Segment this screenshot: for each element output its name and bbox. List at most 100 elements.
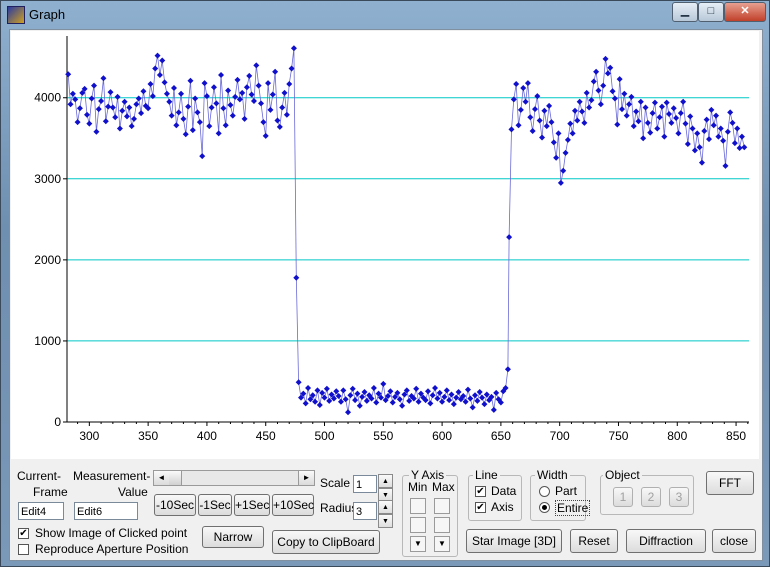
data-point (356, 402, 363, 409)
data-point (524, 80, 531, 87)
y-min-label: Min (408, 480, 428, 494)
maximize-button[interactable]: □ (698, 2, 724, 22)
data-point (185, 103, 192, 110)
minus-10-sec-button[interactable]: -10Sec (154, 494, 196, 516)
y-max-down-icon[interactable]: ▼ (434, 536, 450, 552)
data-point (536, 117, 543, 124)
line-group: Line ✔ Data ✔ Axis (468, 468, 522, 521)
data-point (517, 106, 524, 113)
object-1-button[interactable]: 1 (613, 487, 633, 507)
data-point (706, 136, 713, 143)
data-point (698, 159, 705, 166)
reproduce-aperture-checkbox[interactable] (18, 544, 29, 555)
data-point (673, 115, 680, 122)
y-min-field[interactable] (410, 517, 426, 533)
graph-window: Graph ▁ □ ✕ 0 1000 2000 3000 4000 300 350 400 45… (0, 0, 770, 567)
y-min-down-icon[interactable]: ▼ (410, 536, 426, 552)
scroll-thumb[interactable] (169, 471, 182, 485)
data-point (628, 93, 635, 100)
y-max-field[interactable] (434, 517, 450, 533)
minus-1-sec-button[interactable]: -1Sec (198, 494, 232, 516)
data-point (677, 110, 684, 117)
data-point (490, 406, 497, 413)
data-checkbox[interactable]: ✔ (475, 486, 486, 497)
minimize-button[interactable]: ▁ (672, 2, 698, 22)
data-point (548, 119, 555, 126)
data-point (736, 145, 743, 152)
light-curve-chart[interactable]: 0 1000 2000 3000 4000 300 350 400 450 500 550 600 65… (11, 31, 759, 459)
reset-button[interactable]: Reset (570, 529, 618, 553)
diffraction-button[interactable]: Diffraction (626, 529, 706, 553)
radius-field[interactable]: 3 (353, 502, 377, 520)
plus-1-sec-button[interactable]: +1Sec (234, 494, 270, 516)
scroll-right-arrow-icon[interactable]: ► (298, 471, 314, 485)
y-max-up-icon[interactable] (434, 498, 450, 514)
entire-radio[interactable] (539, 502, 550, 513)
scroll-left-arrow-icon[interactable]: ◄ (154, 471, 170, 485)
data-point (283, 111, 290, 118)
data-point (239, 89, 246, 96)
data-point (173, 122, 180, 129)
axis-checkbox[interactable]: ✔ (475, 502, 486, 513)
data-point (626, 101, 633, 108)
data-point (621, 90, 628, 97)
plot-area[interactable]: 0 1000 2000 3000 4000 300 350 400 450 500 550 600 65… (11, 31, 759, 459)
frame-scrollbar[interactable]: ◄ ► (153, 470, 315, 486)
data-point (455, 389, 462, 396)
plus-10-sec-button[interactable]: +10Sec (272, 494, 314, 516)
y-tick-label: 0 (54, 415, 61, 429)
data-point (119, 107, 126, 114)
data-point (138, 110, 145, 117)
object-2-button[interactable]: 2 (641, 487, 661, 507)
data-point (387, 388, 394, 395)
axis-checkbox-label: Axis (491, 500, 514, 514)
object-3-button[interactable]: 3 (669, 487, 689, 507)
radius-down-icon[interactable]: ▼ (378, 514, 393, 528)
y-min-up-icon[interactable] (410, 498, 426, 514)
data-point (633, 108, 640, 115)
data-point (175, 109, 182, 116)
data-point (152, 65, 159, 72)
close-button[interactable]: close (712, 529, 756, 553)
data-point (229, 112, 236, 119)
data-point (415, 398, 422, 405)
title-bar[interactable]: Graph ▁ □ ✕ (1, 1, 769, 29)
data-point (265, 80, 272, 87)
fft-button[interactable]: FFT (706, 471, 754, 495)
scale-field[interactable]: 1 (353, 475, 377, 493)
data-point (734, 125, 741, 132)
data-point (126, 104, 133, 111)
data-point (429, 392, 436, 399)
data-point (595, 87, 602, 94)
data-point (67, 101, 74, 108)
x-tick-label: 350 (138, 429, 158, 443)
show-image-checkbox[interactable]: ✔ (18, 528, 29, 539)
star-image-3d-button[interactable]: Star Image [3D] (466, 529, 562, 553)
data-point (194, 109, 201, 116)
data-point (727, 109, 734, 116)
y-tick-label: 2000 (34, 253, 61, 267)
data-point (590, 78, 597, 85)
data-point (724, 128, 731, 135)
close-window-button[interactable]: ✕ (724, 2, 766, 22)
data-point (380, 380, 387, 387)
data-point (713, 112, 720, 119)
part-radio[interactable] (539, 486, 550, 497)
data-point (701, 127, 708, 134)
data-point (469, 404, 476, 411)
data-point (476, 389, 483, 396)
current-frame-field[interactable]: Edit4 (18, 502, 64, 520)
measurement-value-field[interactable]: Edit6 (74, 502, 138, 520)
data-point (333, 388, 340, 395)
data-point (472, 392, 479, 399)
data-point (586, 104, 593, 111)
copy-to-clipboard-button[interactable]: Copy to ClipBoard (272, 530, 380, 554)
radius-up-icon[interactable]: ▲ (378, 500, 393, 514)
data-point (647, 129, 654, 136)
data-point (576, 98, 583, 105)
data-point (661, 133, 668, 140)
data-point (250, 97, 257, 104)
data-point (574, 117, 581, 124)
narrow-button[interactable]: Narrow (202, 526, 264, 548)
scale-up-icon[interactable]: ▲ (378, 474, 393, 488)
